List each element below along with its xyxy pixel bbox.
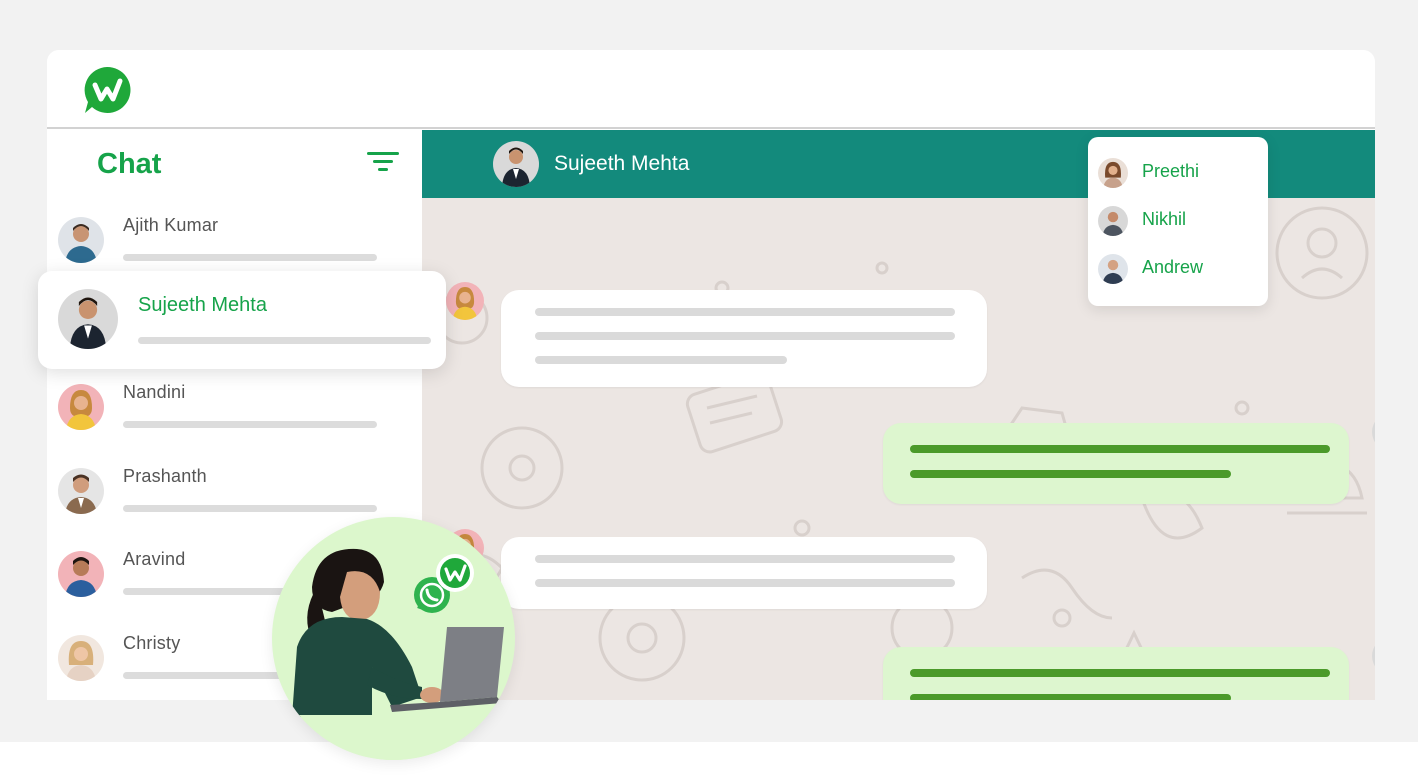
- mention-item-andrew[interactable]: Andrew: [1098, 250, 1258, 286]
- mention-popup: Preethi Nikhil Andrew: [1088, 137, 1268, 306]
- mention-item-nikhil[interactable]: Nikhil: [1098, 202, 1258, 238]
- w-chat-badge-icon: [436, 554, 474, 592]
- mention-name: Preethi: [1142, 161, 1200, 181]
- avatar: [1098, 158, 1128, 188]
- outgoing-message[interactable]: [883, 647, 1349, 700]
- sender-avatar: [446, 282, 484, 320]
- contact-name: Ajith Kumar: [123, 215, 219, 235]
- avatar: [58, 384, 104, 430]
- contact-name: Sujeeth Mehta: [138, 294, 267, 316]
- contact-name: Aravind: [123, 549, 186, 569]
- contact-name: Nandini: [123, 382, 186, 402]
- avatar: [1098, 206, 1128, 236]
- avatar: [58, 468, 104, 514]
- mention-name: Andrew: [1142, 257, 1204, 277]
- avatar: [1098, 254, 1128, 284]
- message-preview: [123, 505, 377, 512]
- message-preview: [123, 254, 377, 261]
- avatar: [58, 635, 104, 681]
- incoming-message[interactable]: [501, 537, 987, 609]
- w-chat-logo-icon[interactable]: [82, 65, 132, 115]
- sidebar-title: Chat: [97, 148, 162, 180]
- top-bar: [47, 50, 1375, 129]
- filter-icon[interactable]: [367, 152, 399, 174]
- avatar: [58, 217, 104, 263]
- contact-name: Christy: [123, 633, 181, 653]
- conversation-contact-name: Sujeeth Mehta: [554, 152, 690, 175]
- mention-name: Nikhil: [1142, 209, 1187, 229]
- incoming-message[interactable]: [501, 290, 987, 387]
- contact-item-sujeeth-selected[interactable]: Sujeeth Mehta: [38, 271, 446, 369]
- message-preview: [138, 337, 431, 344]
- woman-with-laptop-illustration: [272, 548, 515, 760]
- outgoing-message[interactable]: [883, 423, 1349, 504]
- contact-item-nandini[interactable]: Nandini: [47, 382, 422, 452]
- avatar: [58, 551, 104, 597]
- mention-item-preethi[interactable]: Preethi: [1098, 154, 1258, 190]
- avatar: [58, 289, 118, 349]
- promo-illustration: [272, 517, 515, 760]
- contact-name: Prashanth: [123, 466, 207, 486]
- message-preview: [123, 421, 377, 428]
- header-avatar[interactable]: [493, 141, 539, 187]
